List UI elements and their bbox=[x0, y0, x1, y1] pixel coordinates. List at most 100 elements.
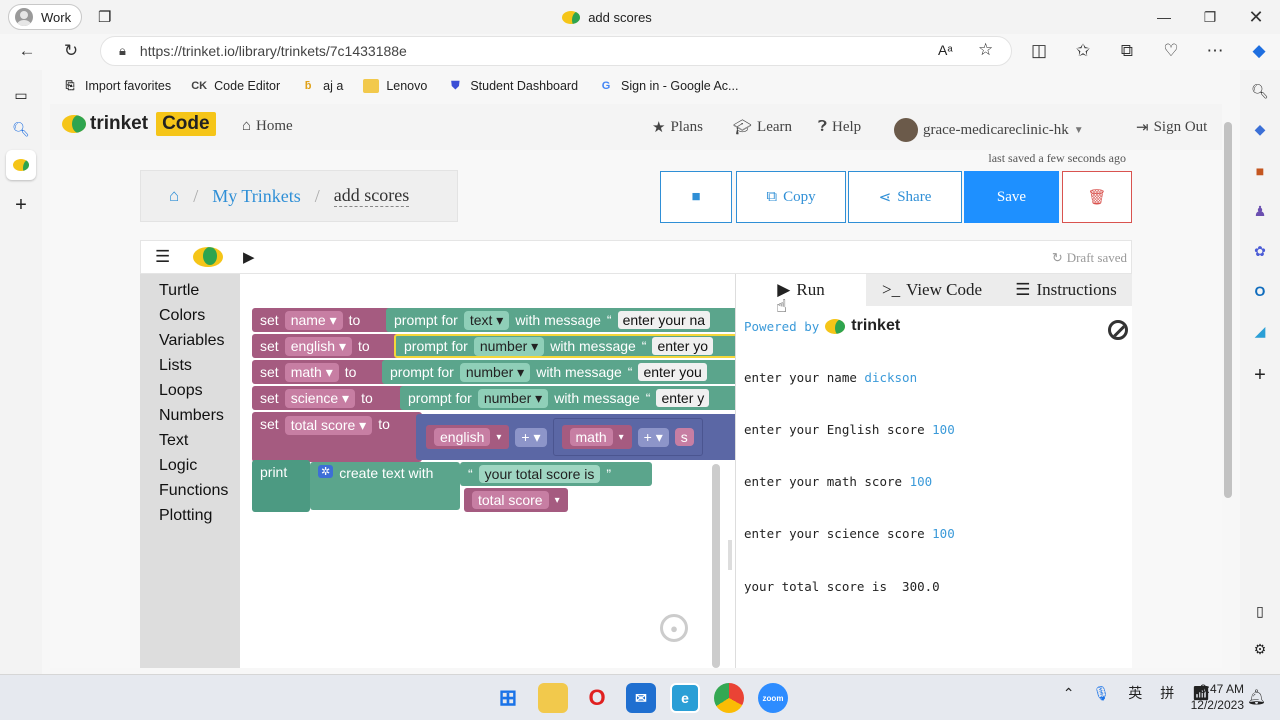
url-field[interactable]: 🔒︎ https://trinket.io/library/trinkets/7… bbox=[100, 36, 1012, 66]
mutator-gear-icon[interactable]: ✲ bbox=[318, 465, 334, 478]
nav-signout[interactable]: ⇥ Sign Out bbox=[1136, 118, 1207, 137]
favorite-star-icon[interactable]: ☆ bbox=[978, 40, 993, 60]
category-numbers[interactable]: Numbers bbox=[140, 403, 240, 428]
category-colors[interactable]: Colors bbox=[140, 303, 240, 328]
set-math-block[interactable]: set math ▾ to bbox=[252, 360, 388, 384]
chevron-up-icon[interactable]: ⌃ bbox=[1063, 685, 1075, 702]
nav-help[interactable]: ❓︎ Help bbox=[818, 118, 861, 136]
close-window-icon[interactable]: ✕ bbox=[1233, 0, 1279, 34]
category-functions[interactable]: Functions bbox=[140, 478, 240, 503]
extensions-icon[interactable]: ♡ bbox=[1156, 36, 1186, 66]
outlook-icon[interactable]: O bbox=[1245, 276, 1275, 306]
search-icon[interactable]: 🔍︎ bbox=[1245, 76, 1275, 106]
stop-icon[interactable] bbox=[1108, 320, 1128, 340]
favorites-icon[interactable]: ✩ bbox=[1068, 36, 1098, 66]
trinket-name[interactable]: add scores bbox=[333, 185, 410, 207]
category-variables[interactable]: Variables bbox=[140, 328, 240, 353]
message-string[interactable]: enter you bbox=[638, 363, 707, 381]
bookmark-lenovo[interactable]: Lenovo bbox=[363, 79, 427, 93]
send-icon[interactable]: ◢ bbox=[1245, 316, 1275, 346]
total-score-variable-block[interactable]: total score ▾ bbox=[464, 488, 568, 512]
trinket-logo[interactable]: trinket Code bbox=[62, 112, 216, 136]
bookmark-student-dashboard[interactable]: ⛊ Student Dashboard bbox=[447, 79, 578, 93]
files-button[interactable]: ■ bbox=[660, 171, 732, 223]
nav-plans[interactable]: ★ Plans bbox=[652, 118, 703, 137]
create-text-block[interactable]: ✲ create text with bbox=[310, 462, 460, 510]
more-menu-icon[interactable]: ⋯ bbox=[1200, 36, 1230, 66]
bookmark-import-favorites[interactable]: ⎘ Import favorites bbox=[62, 79, 172, 93]
new-tab-plus-icon[interactable]: + bbox=[6, 190, 36, 220]
message-string[interactable]: enter your na bbox=[617, 311, 711, 329]
type-dropdown[interactable]: number ▾ bbox=[477, 388, 549, 408]
panel-resize-handle[interactable] bbox=[728, 540, 732, 570]
type-dropdown[interactable]: number ▾ bbox=[473, 336, 545, 356]
search-icon[interactable]: 🔍︎ bbox=[6, 114, 36, 144]
prompt-text-block[interactable]: prompt for text ▾ with message “ enter your … bbox=[386, 308, 735, 332]
trinket-tab-icon[interactable] bbox=[6, 150, 36, 180]
tab-run[interactable]: ▶ Run bbox=[736, 274, 866, 306]
english-variable-block[interactable]: english ▾ bbox=[426, 425, 510, 449]
ime-mode-indicator[interactable]: 拼 bbox=[1160, 683, 1174, 703]
print-block[interactable]: print bbox=[252, 460, 310, 512]
category-turtle[interactable]: Turtle bbox=[140, 278, 240, 303]
set-total-score-block[interactable]: set total score ▾ to bbox=[252, 412, 422, 462]
variable-dropdown[interactable]: science ▾ bbox=[284, 388, 356, 408]
text-string-block[interactable]: “ your total score is ” bbox=[460, 462, 652, 486]
copilot-icon[interactable]: ◆ bbox=[1244, 36, 1274, 66]
chrome-icon[interactable] bbox=[714, 683, 744, 713]
home-icon[interactable]: ⌂ bbox=[169, 186, 179, 206]
read-aloud-icon[interactable]: A͏ᵃ bbox=[938, 42, 953, 58]
bookmark-aj-a[interactable]: ƃ aj a bbox=[300, 79, 344, 93]
start-windows-icon[interactable]: ⊞ bbox=[493, 683, 523, 713]
console-output[interactable]: enter your name dickson enter your Engli… bbox=[744, 334, 955, 630]
nav-home[interactable]: ⌂ Home bbox=[242, 118, 293, 135]
set-english-block[interactable]: set english ▾ to bbox=[252, 334, 402, 358]
briefcase-icon[interactable]: ■ bbox=[1245, 156, 1275, 186]
refresh-icon[interactable]: ↻ bbox=[56, 36, 86, 66]
save-button[interactable]: Save bbox=[964, 171, 1059, 223]
prompt-number-block[interactable]: prompt for number ▾ with message “ enter y bbox=[400, 386, 735, 410]
type-dropdown[interactable]: number ▾ bbox=[459, 362, 531, 382]
category-text[interactable]: Text bbox=[140, 428, 240, 453]
run-play-icon[interactable]: ▶ bbox=[243, 248, 255, 266]
file-explorer-icon[interactable] bbox=[538, 683, 568, 713]
variable-dropdown[interactable]: name ▾ bbox=[284, 310, 343, 330]
mail-icon[interactable]: ✉ bbox=[626, 683, 656, 713]
add-sidebar-plus-icon[interactable]: + bbox=[1245, 360, 1275, 390]
breadcrumb-my-trinkets[interactable]: My Trinkets bbox=[212, 186, 301, 207]
message-string[interactable]: your total score is bbox=[478, 465, 601, 483]
copilot-sidebar-icon[interactable]: ✿ bbox=[1245, 236, 1275, 266]
operator-dropdown[interactable]: + ▾ bbox=[515, 427, 547, 447]
blockly-workspace[interactable]: set name ▾ to prompt for text ▾ with message… bbox=[240, 274, 736, 668]
chess-icon[interactable]: ♟ bbox=[1245, 196, 1275, 226]
operator-dropdown[interactable]: + ▾ bbox=[637, 427, 669, 447]
collections-icon[interactable]: ⧉ bbox=[1112, 36, 1142, 66]
copy-button[interactable]: ⧉ Copy bbox=[736, 171, 846, 223]
tag-icon[interactable]: ◆ bbox=[1245, 114, 1275, 144]
trinket-run-logo-icon[interactable] bbox=[193, 247, 223, 270]
science-variable-block[interactable]: s bbox=[674, 428, 694, 446]
menu-hamburger-icon[interactable]: ☰ bbox=[155, 247, 170, 267]
variable-dropdown[interactable]: math ▾ bbox=[284, 362, 339, 382]
back-icon[interactable]: ← bbox=[12, 36, 42, 66]
variable-dropdown[interactable]: total score ▾ bbox=[284, 416, 373, 435]
user-menu[interactable]: grace-medicareclinic-hk ▼ bbox=[894, 118, 1084, 142]
microphone-icon[interactable]: 🎙︎ bbox=[1092, 685, 1110, 702]
set-science-block[interactable]: set science ▾ to bbox=[252, 386, 412, 410]
bookmark-code-editor[interactable]: CK Code Editor bbox=[191, 79, 280, 93]
zoom-icon[interactable]: zoom bbox=[758, 683, 788, 713]
delete-button[interactable]: 🗑︎ bbox=[1062, 171, 1132, 223]
share-button[interactable]: ⋖ Share bbox=[848, 171, 962, 223]
math-variable-block[interactable]: math ▾ bbox=[561, 425, 632, 449]
opera-icon[interactable]: O bbox=[582, 683, 612, 713]
edge-icon[interactable]: e bbox=[670, 683, 700, 713]
type-dropdown[interactable]: text ▾ bbox=[463, 310, 510, 330]
message-string[interactable]: enter yo bbox=[652, 337, 714, 355]
split-screen-icon[interactable]: ◫ bbox=[1024, 36, 1054, 66]
workspace-scrollbar[interactable] bbox=[712, 464, 720, 668]
category-loops[interactable]: Loops bbox=[140, 378, 240, 403]
minimize-icon[interactable]: — bbox=[1141, 0, 1187, 34]
notification-bell-icon[interactable]: 🔔︎ bbox=[1247, 688, 1266, 706]
tab-view-code[interactable]: >_ View Code bbox=[868, 274, 996, 306]
active-tab[interactable]: add scores bbox=[0, 0, 1214, 34]
